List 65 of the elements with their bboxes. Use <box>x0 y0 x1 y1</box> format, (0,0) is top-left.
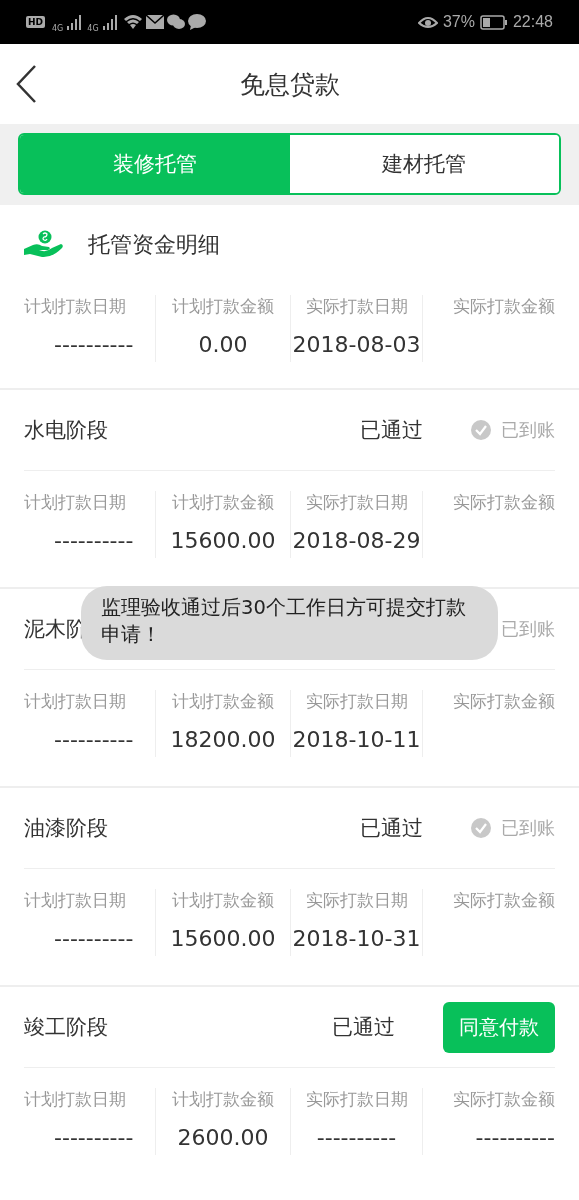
received-label: 已到账 <box>501 617 555 641</box>
tab[interactable]: 装修托管 <box>20 135 290 193</box>
received-label: 已到账 <box>501 816 555 840</box>
column-label: 计划打款日期 <box>24 889 126 912</box>
money-hand-icon <box>24 230 64 260</box>
table-cell-text: 2018-08-03 <box>292 332 421 359</box>
table-cell-text: ---------- <box>53 926 134 953</box>
battery-percent: 37% <box>442 13 475 31</box>
eye-icon <box>417 15 438 29</box>
table-cell-text: 0.00 <box>198 332 248 359</box>
table-cell-text: ---------- <box>316 1125 397 1152</box>
column-label: 计划打款金额 <box>172 1088 274 1111</box>
stage-status: 已通过 <box>360 815 423 842</box>
table-cell-text: ---------- <box>475 1125 555 1152</box>
message-icon <box>187 14 206 30</box>
column-label: 计划打款日期 <box>24 491 126 514</box>
table-cell-text: ---------- <box>53 727 134 754</box>
table-cell-text: 2600.00 <box>177 1125 269 1152</box>
stage-name: 竣工阶段 <box>24 1014 108 1041</box>
back-button[interactable] <box>14 64 38 104</box>
table-cell-text: 15600.00 <box>170 528 276 555</box>
battery-icon <box>479 14 508 30</box>
column-label: 实际打款金额 <box>453 491 555 514</box>
received-label: 已到账 <box>501 418 555 442</box>
column-label: 计划打款金额 <box>172 491 274 514</box>
column-label: 实际打款金额 <box>453 1088 555 1111</box>
stage-name: 水电阶段 <box>24 417 108 444</box>
column-label: 实际打款日期 <box>305 690 408 713</box>
table-cell-text: ---------- <box>53 1125 134 1152</box>
column-label: 实际打款金额 <box>453 295 555 318</box>
column-label: 实际打款金额 <box>453 889 555 912</box>
column-label: 计划打款日期 <box>24 1088 126 1111</box>
toast: 监理验收通过后30个工作日方可提交打款申请！ <box>81 586 498 660</box>
stage-status: 已通过 <box>332 1014 395 1041</box>
column-label: 计划打款日期 <box>24 295 126 318</box>
column-label: 实际打款日期 <box>305 295 408 318</box>
hd-badge: HD <box>26 16 45 28</box>
column-label: 实际打款日期 <box>305 491 408 514</box>
column-label: 实际打款日期 <box>305 1088 408 1111</box>
signal-icon <box>66 14 83 30</box>
page-title: 免息贷款 <box>239 68 340 101</box>
table-cell-text: 15600.00 <box>170 926 276 953</box>
network-label: 4G <box>87 23 99 33</box>
signal-icon <box>101 14 118 30</box>
clock: 22:48 <box>512 13 553 31</box>
column-label: 实际打款日期 <box>305 889 408 912</box>
network-label: 4G <box>52 23 64 33</box>
column-label: 实际打款金额 <box>453 690 555 713</box>
column-label: 计划打款金额 <box>172 690 274 713</box>
table-cell-text: 2018-10-11 <box>292 727 421 754</box>
table-cell-text: 2018-10-31 <box>292 926 421 953</box>
table-cell-text: ---------- <box>53 332 134 359</box>
table-cell-text: 18200.00 <box>170 727 276 754</box>
table-cell-text: 2018-08-29 <box>292 528 421 555</box>
chat-icon <box>166 14 185 30</box>
stage-name: 油漆阶段 <box>24 815 108 842</box>
column-label: 计划打款金额 <box>172 889 274 912</box>
table-cell-text: ---------- <box>53 528 134 555</box>
mail-icon <box>145 15 164 29</box>
approve-payment-button[interactable]: 同意付款 <box>443 1001 555 1053</box>
stage-status: 已通过 <box>360 417 423 444</box>
column-label: 计划打款日期 <box>24 690 126 713</box>
column-label: 计划打款金额 <box>172 295 274 318</box>
wifi-icon <box>122 14 143 30</box>
section-title: 托管资金明细 <box>88 231 220 259</box>
